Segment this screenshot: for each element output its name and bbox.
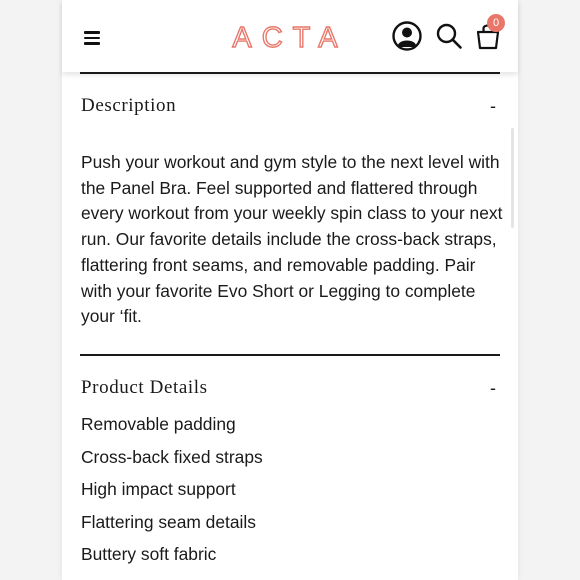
product-page: ACTA 0 Description - Push your workout a… (62, 0, 518, 580)
list-item: Buttery soft fabric (81, 544, 217, 564)
product-details-heading[interactable]: Product Details (81, 377, 208, 399)
logo-text: ACTA (232, 22, 347, 52)
section-divider (80, 72, 500, 74)
list-item: Cross-back fixed straps (81, 446, 263, 467)
list-item: High impact support (81, 479, 236, 499)
description-heading[interactable]: Description (81, 95, 176, 117)
product-details-collapse-toggle[interactable]: - (490, 378, 496, 399)
site-header: ACTA 0 (62, 0, 518, 72)
description-text: Push your workout and gym style to the n… (81, 152, 503, 327)
menu-icon[interactable] (84, 31, 100, 45)
brand-logo[interactable]: ACTA (230, 20, 350, 52)
product-details-list: Removable padding Cross-back fixed strap… (81, 410, 263, 573)
search-icon[interactable] (435, 22, 463, 50)
section-divider (80, 354, 500, 356)
description-collapse-toggle[interactable]: - (490, 96, 496, 117)
cart-count-badge: 0 (487, 14, 505, 32)
list-item: Flattering seam details (81, 511, 256, 532)
list-item: Removable padding (81, 414, 236, 434)
account-icon[interactable] (391, 20, 423, 52)
scrollbar[interactable] (511, 128, 514, 228)
